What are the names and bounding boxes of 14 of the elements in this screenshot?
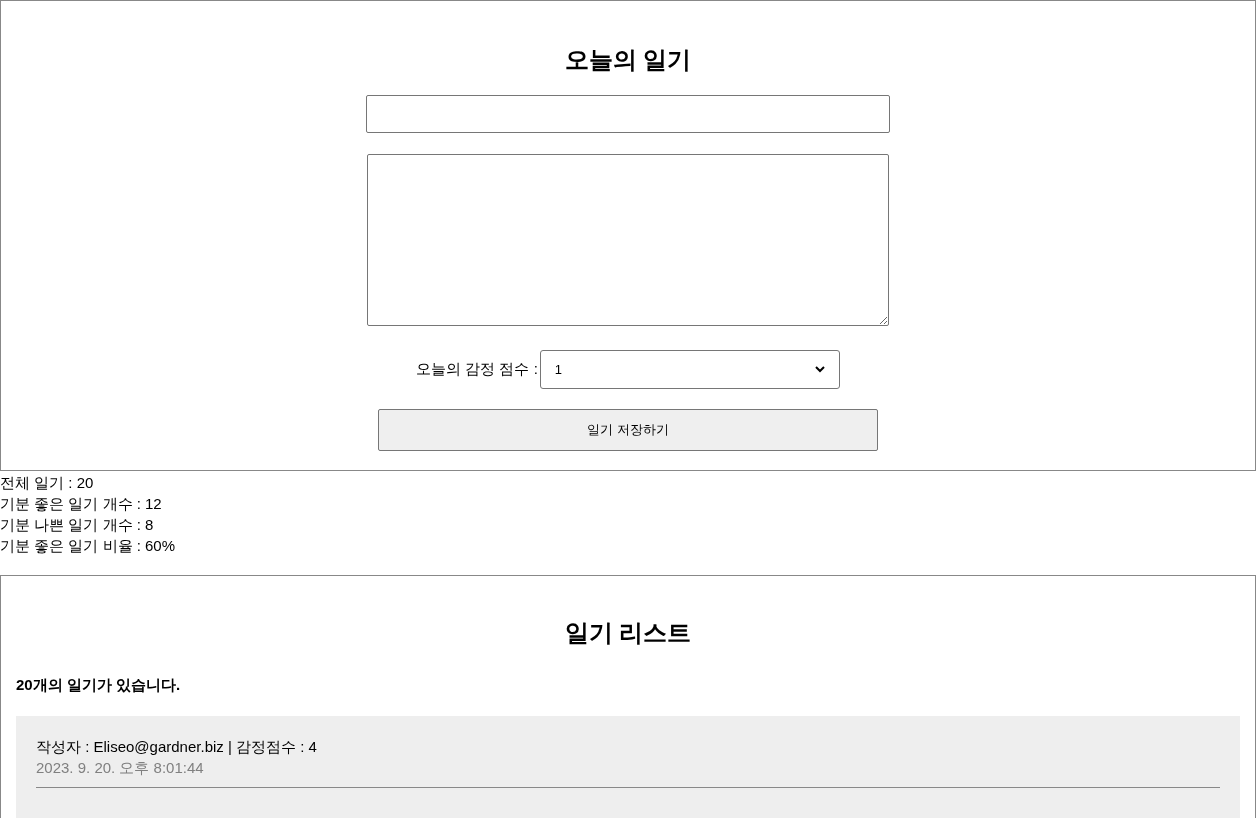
- editor-title: 오늘의 일기: [564, 45, 692, 75]
- author-input[interactable]: [366, 95, 890, 133]
- list-title: 일기 리스트: [563, 618, 693, 648]
- score-select[interactable]: 1: [539, 350, 840, 389]
- stat-line: 전체 일기 : 20: [0, 473, 95, 493]
- diary-count: 20개의 일기가 있습니다.: [16, 675, 182, 695]
- chevron-down-icon: [814, 366, 825, 373]
- score-label: 오늘의 감정 점수 :: [416, 359, 538, 380]
- diary-info: 작성자 : Eliseo@gardner.biz | 감정점수 : 4: [36, 736, 318, 757]
- diary-date: 2023. 9. 20. 오후 8:01:44: [36, 756, 1220, 788]
- stat-line: 기분 좋은 일기 비율 : 60%: [0, 536, 177, 556]
- stat-line: 기분 좋은 일기 개수 : 12: [0, 494, 163, 514]
- save-button[interactable]: 일기 저장하기: [378, 409, 878, 451]
- stat-line: 기분 나쁜 일기 개수 : 8: [0, 515, 155, 535]
